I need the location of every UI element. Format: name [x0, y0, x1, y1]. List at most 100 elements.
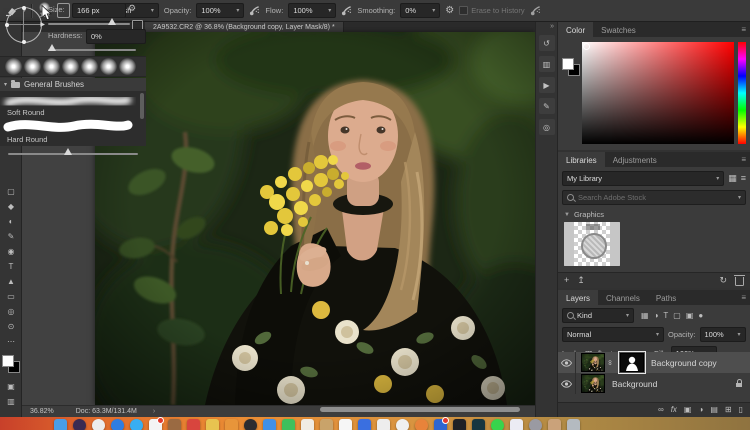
- brush-item-soft-round[interactable]: Soft Round: [0, 108, 143, 117]
- soft-round-preset-icon[interactable]: [119, 58, 136, 75]
- dock-app-icon[interactable]: [396, 419, 409, 430]
- dock-app-icon[interactable]: [529, 419, 542, 430]
- brush-hardness-input[interactable]: 0%: [86, 29, 146, 44]
- healing-brush-tool-icon[interactable]: ◐: [0, 214, 22, 229]
- dock-app-icon[interactable]: [491, 419, 504, 430]
- dock-app-icon[interactable]: [244, 419, 257, 430]
- upload-library-icon[interactable]: ↥: [577, 276, 585, 285]
- actions-panel-icon[interactable]: ▶: [538, 77, 555, 93]
- dock-app-icon[interactable]: [225, 419, 238, 430]
- history-panel-icon[interactable]: ↺: [538, 35, 555, 51]
- erase-to-history-checkbox[interactable]: [459, 6, 469, 15]
- tab-libraries[interactable]: Libraries: [558, 152, 605, 167]
- shape-tool-icon[interactable]: ▭: [0, 289, 22, 304]
- filter-adjustment-layers-icon[interactable]: ◑: [654, 311, 659, 320]
- zoom-level-field[interactable]: 36.82%: [22, 408, 54, 415]
- soft-round-preset-icon[interactable]: [43, 58, 60, 75]
- document-tab[interactable]: 2A9532.CR2 @ 36.8% (Background copy, Lay…: [145, 22, 344, 32]
- layer-mask-thumbnail[interactable]: [618, 351, 646, 374]
- soft-round-preset-icon[interactable]: [24, 58, 41, 75]
- dock-app-icon[interactable]: [377, 419, 390, 430]
- soft-round-preset-icon[interactable]: [62, 58, 79, 75]
- color-fg-bg-swatches[interactable]: [562, 58, 580, 76]
- tab-paths[interactable]: Paths: [648, 290, 684, 305]
- dock-app-icon[interactable]: [206, 419, 219, 430]
- delete-icon[interactable]: [734, 274, 745, 286]
- add-layer-mask-icon[interactable]: ▣: [684, 406, 692, 414]
- dock-app-icon[interactable]: [510, 419, 523, 430]
- dock-app-icon[interactable]: [168, 419, 181, 430]
- foreground-color-swatch[interactable]: [562, 58, 574, 70]
- new-group-icon[interactable]: ▤: [710, 406, 718, 414]
- brush-size-slider[interactable]: [48, 23, 130, 25]
- clone-stamp-tool-icon[interactable]: ◉: [0, 244, 22, 259]
- layers-opacity-select[interactable]: 100% ▾: [699, 327, 746, 342]
- brush-settings-panel-icon[interactable]: ✎: [538, 98, 555, 114]
- mask-link-icon[interactable]: ∞: [606, 360, 613, 365]
- filter-pixel-layers-icon[interactable]: ▦: [641, 311, 649, 320]
- horizontal-scrollbar[interactable]: [320, 407, 520, 412]
- brush-hardness-slider[interactable]: [48, 49, 136, 51]
- dock-app-icon[interactable]: [111, 419, 124, 430]
- dock-app-icon[interactable]: [358, 419, 371, 430]
- hue-slider[interactable]: [738, 42, 746, 144]
- delete-layer-icon[interactable]: ▯: [739, 406, 743, 414]
- dock-app-icon[interactable]: [548, 419, 561, 430]
- smoothing-select[interactable]: 0% ▾: [400, 3, 441, 18]
- soft-round-preset-icon[interactable]: [5, 58, 22, 75]
- foreground-background-swatches[interactable]: [1, 355, 20, 373]
- panel-menu-icon[interactable]: ≡: [741, 25, 746, 34]
- tab-color[interactable]: Color: [558, 22, 594, 37]
- add-library-item-icon[interactable]: +: [564, 276, 569, 285]
- layer-thumbnail[interactable]: [581, 374, 605, 393]
- dock-app-icon[interactable]: [187, 419, 200, 430]
- collapse-panels-icon[interactable]: »: [536, 22, 557, 30]
- airbrush-icon[interactable]: [341, 5, 352, 16]
- hard-round-brush-stroke[interactable]: [0, 117, 136, 133]
- dock-app-icon[interactable]: [453, 419, 466, 430]
- quick-mask-icon[interactable]: ▣: [0, 379, 22, 394]
- layer-row-background-copy[interactable]: ∞ Background copy: [558, 351, 750, 374]
- clone-source-panel-icon[interactable]: ◎: [538, 119, 555, 135]
- dock-app-icon[interactable]: [92, 419, 105, 430]
- dock-app-icon[interactable]: [339, 419, 352, 430]
- brush-tool-icon[interactable]: ✎: [0, 229, 22, 244]
- dock-app-icon[interactable]: [567, 419, 580, 430]
- filter-type-layers-icon[interactable]: T: [663, 311, 668, 320]
- library-graphic-thumbnail[interactable]: [564, 222, 620, 266]
- dock-app-icon[interactable]: [130, 419, 143, 430]
- link-layers-icon[interactable]: ∞: [658, 406, 664, 414]
- panel-menu-icon[interactable]: ≡: [741, 155, 746, 164]
- sync-library-icon[interactable]: ↻: [719, 276, 727, 285]
- layer-style-icon[interactable]: fx: [671, 406, 677, 414]
- adjustment-layer-icon[interactable]: ◑: [698, 406, 703, 414]
- panel-menu-icon[interactable]: ≡: [741, 293, 746, 302]
- dock-app-icon[interactable]: [472, 419, 485, 430]
- color-saturation-field[interactable]: [582, 42, 734, 144]
- brush-angle-control[interactable]: ▶: [5, 6, 45, 44]
- filter-toggle-icon[interactable]: ●: [698, 311, 703, 320]
- tab-adjustments[interactable]: Adjustments: [605, 152, 665, 167]
- crop-tool-icon[interactable]: ▢: [0, 184, 22, 199]
- status-expand-icon[interactable]: ›: [153, 408, 155, 415]
- brush-item-hard-round[interactable]: Hard Round: [0, 135, 143, 144]
- layer-visibility-toggle[interactable]: [558, 373, 576, 394]
- new-layer-icon[interactable]: ⊞: [725, 406, 732, 414]
- brush-hardness-slider-thumb[interactable]: [48, 44, 56, 51]
- list-view-icon[interactable]: ≡: [741, 174, 746, 183]
- erase-to-history-option[interactable]: Erase to History: [459, 6, 525, 15]
- layer-name[interactable]: Background copy: [651, 358, 717, 368]
- gear-icon[interactable]: ⚙: [128, 4, 136, 13]
- screen-mode-icon[interactable]: ▥: [0, 394, 22, 409]
- brush-size-slider-thumb[interactable]: [108, 18, 116, 25]
- opacity-select[interactable]: 100% ▾: [196, 3, 245, 18]
- soft-round-preset-icon[interactable]: [100, 58, 117, 75]
- dock-app-icon[interactable]: [73, 419, 86, 430]
- tab-swatches[interactable]: Swatches: [593, 22, 644, 37]
- smoothing-gear-icon[interactable]: ⚙: [445, 5, 454, 16]
- graphics-section-header[interactable]: ▼ Graphics: [558, 205, 750, 219]
- blend-mode-select[interactable]: Normal ▾: [562, 327, 664, 342]
- zoom-tool-icon[interactable]: ⊙: [0, 319, 22, 334]
- dock-app-icon[interactable]: [282, 419, 295, 430]
- type-tool-icon[interactable]: T: [0, 259, 22, 274]
